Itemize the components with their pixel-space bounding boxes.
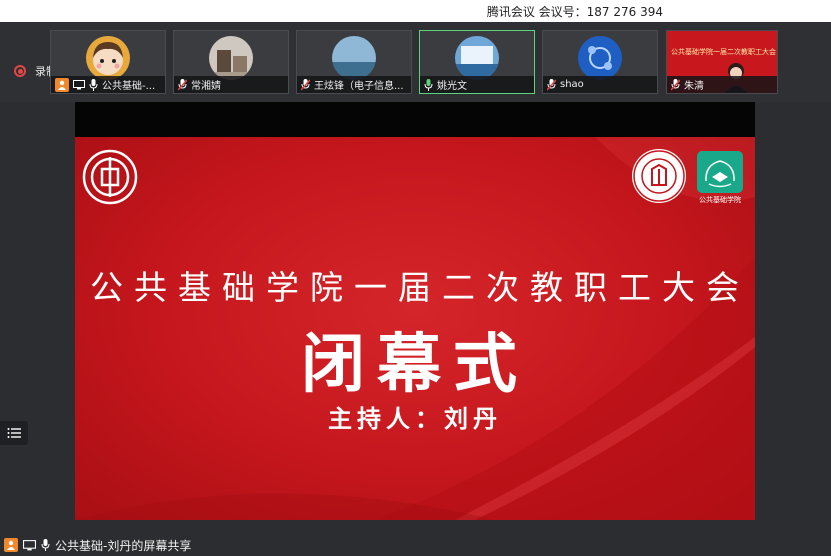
mic-muted-icon	[671, 78, 680, 91]
record-icon	[14, 65, 26, 77]
meeting-info: 腾讯会议 会议号：187 276 394	[486, 5, 663, 19]
participant-name: shao	[560, 79, 584, 90]
avatar	[86, 36, 130, 80]
participant-name: 姚光文	[437, 81, 467, 92]
right-gutter	[755, 102, 831, 534]
share-status-bar: 公共基础-刘丹的屏幕共享	[0, 534, 831, 556]
mic-muted-icon	[547, 78, 556, 91]
mic-muted-icon	[178, 78, 187, 91]
avatar	[578, 36, 622, 80]
top-bar: 腾讯会议 会议号：187 276 394	[0, 0, 831, 22]
slide-title: 公共基础学院一届二次教职工大会	[90, 268, 750, 307]
participant-tile[interactable]: 常湘婧	[173, 30, 289, 94]
mic-icon	[41, 539, 50, 551]
university-seal-logo	[632, 149, 686, 203]
list-icon	[7, 428, 21, 438]
mic-muted-icon	[301, 78, 310, 91]
host-icon	[4, 538, 18, 552]
participant-name: 朱清	[684, 81, 704, 92]
mic-icon	[89, 78, 98, 91]
avatar	[209, 36, 253, 80]
slide-subtitle: 闭幕式	[301, 328, 529, 402]
participant-bar: 常湘婧	[174, 76, 288, 93]
participant-tile[interactable]: 姚光文	[419, 30, 535, 94]
union-logo	[82, 149, 138, 205]
participant-bar: 姚光文	[420, 76, 534, 93]
college-logo-label: 公共基础学院	[699, 196, 741, 204]
share-label: 公共基础-刘丹的屏幕共享	[55, 538, 192, 553]
member-list-button[interactable]	[0, 421, 28, 445]
presentation-slide: 公共基础学院 公共基础学院一届二次教职工大会 闭幕式 主持人：刘丹	[75, 137, 755, 520]
mic-icon	[424, 78, 433, 91]
left-gutter	[0, 102, 75, 534]
screen-share-icon	[73, 79, 85, 89]
participant-tile[interactable]: 王炫锋（电子信息...	[296, 30, 412, 94]
participant-name: 公共基础-...	[102, 81, 156, 92]
college-logo	[697, 151, 743, 193]
meeting-window: 腾讯会议 会议号：187 276 394 录制中 公共基础-...	[0, 0, 831, 556]
participant-bar: shao	[543, 76, 657, 93]
participant-name: 王炫锋（电子信息...	[314, 81, 404, 92]
screen-share-icon	[23, 539, 36, 550]
avatar	[332, 36, 376, 80]
host-icon	[55, 77, 69, 92]
avatar	[455, 36, 499, 80]
participant-tile[interactable]: 公共基础学院一届二次教职工大会 朱清	[666, 30, 778, 94]
participant-bar: 公共基础-...	[51, 76, 165, 93]
participant-tile[interactable]: shao	[542, 30, 658, 94]
participant-tile[interactable]: 公共基础-...	[50, 30, 166, 94]
video-banner-text: 公共基础学院一届二次教职工大会	[671, 48, 776, 56]
participant-bar: 朱清	[667, 76, 777, 93]
participant-bar: 王炫锋（电子信息...	[297, 76, 411, 93]
slide-host: 主持人：刘丹	[328, 405, 502, 433]
shared-screen[interactable]: 公共基础学院 公共基础学院一届二次教职工大会 闭幕式 主持人：刘丹	[75, 102, 755, 520]
participant-name: 常湘婧	[191, 81, 221, 92]
